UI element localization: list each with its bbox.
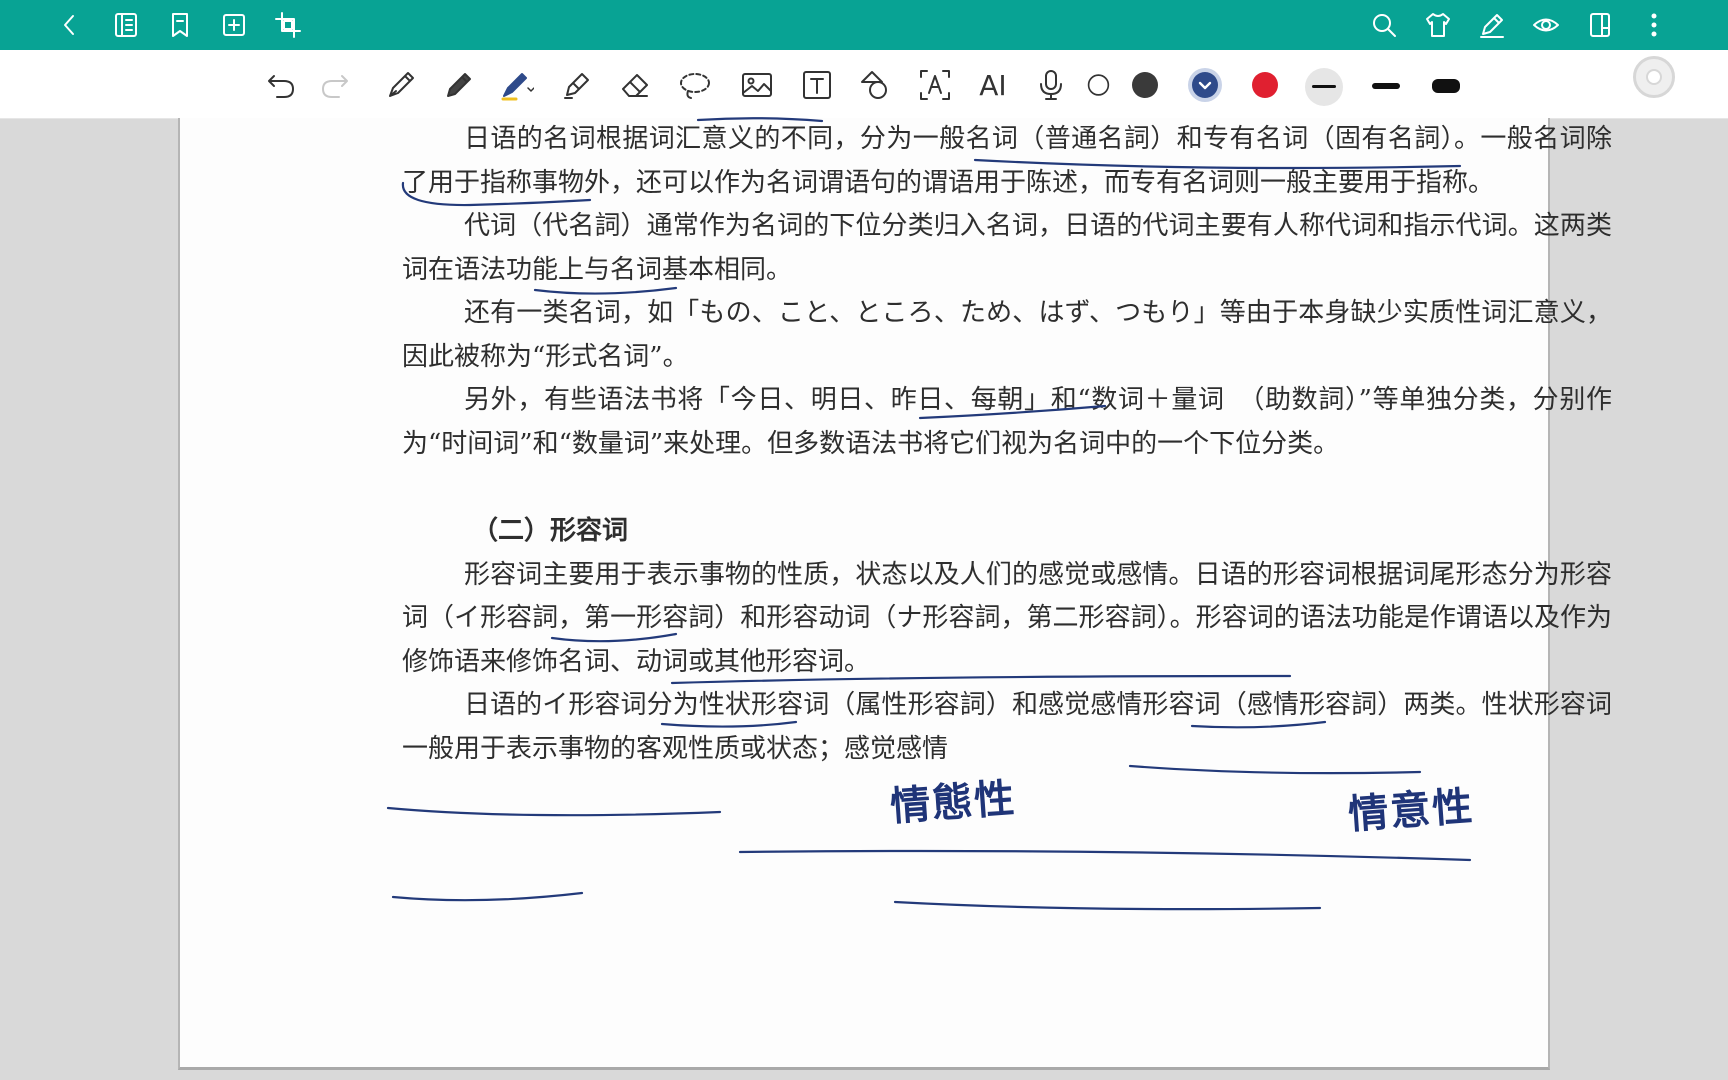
stroke-size-medium[interactable]: [1372, 83, 1400, 89]
highlighter-icon: [564, 73, 589, 99]
paragraph-1: 日语的名词根据词汇意义的不同，分为一般名词（普通名詞）和专有名词（固有名詞）。一…: [402, 124, 1612, 198]
eraser-icon: [622, 74, 648, 97]
stroke-line-thin: [1312, 85, 1336, 88]
document-page: 日语的名词根据词汇意义的不同，分为一般名词（普通名詞）和专有名词（固有名詞）。一…: [178, 118, 1612, 1070]
crop-icon: [275, 12, 301, 38]
search-icon: [1373, 14, 1396, 37]
check-icon: [1198, 81, 1212, 90]
image-tool[interactable]: [736, 64, 778, 106]
pen-mode-icon: [1480, 14, 1504, 38]
color-swatch-dark-gray[interactable]: [1132, 72, 1158, 98]
more-vertical-icon: [1651, 13, 1657, 37]
bookmark-icon: [172, 13, 188, 37]
paragraph-4: 另外，有些语法书将「今日、明日、昨日、每朝」和“数词＋量词 （助数詞）”等单独分…: [402, 385, 1612, 459]
eye-icon: [1533, 18, 1559, 32]
text-box-icon: [803, 71, 831, 99]
text-recognition-icon: [920, 70, 950, 100]
outline-icon: [115, 13, 137, 37]
paragraph-2: 代词（代名詞）通常作为名词的下位分类归入名词，日语的代词主要有人称代词和指示代词…: [402, 211, 1612, 285]
shape-tool[interactable]: [854, 64, 896, 106]
handwritten-note: 情意性: [1346, 783, 1476, 839]
clock-icon: [1087, 74, 1110, 96]
paragraph-3: 还有一类名词，如「もの、こと、ところ、ため、はず、つもり」等由于本身缺少实质性词…: [402, 298, 1612, 372]
voice-tool[interactable]: [1030, 64, 1072, 106]
redo-icon: [322, 75, 348, 98]
lasso-icon: [680, 73, 710, 99]
theme-shirt-icon: [1426, 13, 1450, 37]
ballpoint-pen-icon: [501, 73, 534, 101]
drawing-toolbar: AI: [0, 50, 1728, 119]
section-paragraph-2: 日语的イ形容词分为性状形容词（属性形容詞）和感觉感情形容词（感情形容詞）两类。性…: [402, 690, 1612, 764]
search-button[interactable]: [1364, 5, 1404, 45]
floating-action-button[interactable]: [1633, 56, 1675, 98]
fountain-pen-tool[interactable]: [380, 64, 422, 106]
back-icon: [64, 15, 74, 35]
color-swatch-red[interactable]: [1252, 72, 1278, 98]
lasso-tool[interactable]: [674, 64, 716, 106]
text-tool[interactable]: [796, 64, 838, 106]
ai-tool[interactable]: AI: [972, 64, 1014, 106]
pen-mode-button[interactable]: [1472, 5, 1512, 45]
crop-button[interactable]: [268, 5, 308, 45]
color-swatch-blue[interactable]: [1192, 72, 1218, 98]
app-top-bar: [0, 0, 1728, 50]
handwritten-note: 情態性: [888, 775, 1018, 831]
ocr-tool[interactable]: [914, 64, 956, 106]
eraser-tool[interactable]: [614, 64, 656, 106]
section-heading: （二）形容词: [472, 516, 629, 546]
undo-icon: [268, 75, 294, 98]
fountain-pen-icon: [389, 72, 414, 97]
pencil-tool[interactable]: [438, 64, 480, 106]
page-layout-button[interactable]: [1580, 5, 1620, 45]
microphone-icon: [1040, 70, 1062, 100]
theme-button[interactable]: [1418, 5, 1458, 45]
redo-button[interactable]: [314, 64, 356, 106]
more-button[interactable]: [1634, 5, 1674, 45]
pencil-icon: [447, 73, 471, 97]
add-page-button[interactable]: [214, 5, 254, 45]
ai-label: AI: [979, 68, 1007, 102]
read-mode-button[interactable]: [1526, 5, 1566, 45]
add-page-icon: [223, 14, 245, 36]
highlighter-tool[interactable]: [556, 64, 598, 106]
back-button[interactable]: [50, 5, 90, 45]
image-icon: [742, 73, 772, 97]
shape-icon: [861, 71, 887, 99]
stroke-size-thick[interactable]: [1432, 79, 1460, 93]
bookmark-button[interactable]: [160, 5, 200, 45]
document-text: 日语的名词根据词汇意义的不同，分为一般名词（普通名詞）和专有名词（固有名詞）。一…: [402, 118, 1612, 771]
outline-button[interactable]: [106, 5, 146, 45]
ballpoint-pen-tool[interactable]: [496, 64, 538, 106]
page-layout-icon: [1590, 13, 1610, 37]
partial-tool[interactable]: [1082, 64, 1110, 106]
undo-button[interactable]: [260, 64, 302, 106]
section-paragraph-1: 形容词主要用于表示事物的性质，状态以及人们的感觉或感情。日语的形容词根据词尾形态…: [402, 559, 1612, 677]
